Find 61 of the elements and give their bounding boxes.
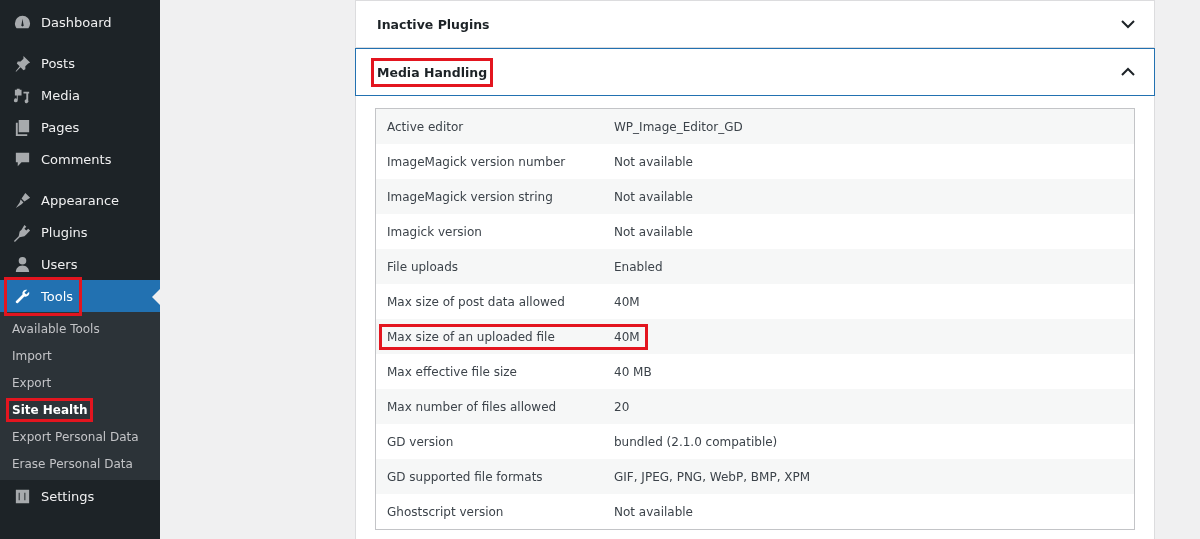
- table-cell-text: Max number of files allowed: [387, 399, 558, 414]
- sidebar-menu-item[interactable]: Users: [0, 248, 160, 280]
- section-title: Inactive Plugins: [376, 15, 491, 34]
- plug-icon: [13, 222, 32, 242]
- table-cell-text: GD supported file formats: [387, 469, 544, 484]
- chevron-icon: [1120, 67, 1136, 77]
- menu-label: Settings: [41, 488, 95, 504]
- menu-label: Posts: [41, 55, 75, 71]
- menu-label: Media: [41, 87, 81, 103]
- accordion-header[interactable]: Media Handling: [355, 48, 1155, 96]
- submenu-link[interactable]: Export Personal Data: [9, 427, 142, 446]
- menu-label: Appearance: [41, 192, 120, 208]
- table-cell: GIF, JPEG, PNG, WebP, BMP, XPM: [614, 469, 811, 484]
- table-cell: Not available: [614, 154, 693, 169]
- submenu-link[interactable]: Site Health: [9, 400, 91, 419]
- menu-label: Plugins: [41, 224, 88, 240]
- user-icon: [13, 254, 32, 274]
- table-cell-text: File uploads: [387, 259, 459, 274]
- table-cell: WP_Image_Editor_GD: [614, 119, 743, 134]
- table-cell-text: ImageMagick version number: [387, 154, 567, 169]
- menu-label: Pages: [41, 119, 80, 135]
- current-menu-arrow-icon: [152, 289, 160, 305]
- submenu-link[interactable]: Import: [9, 346, 55, 365]
- table-cell: Enabled: [614, 259, 663, 274]
- sidebar-menu-item[interactable]: Posts: [0, 47, 160, 79]
- submenu-link[interactable]: Export: [9, 373, 55, 392]
- table-cell-text: Imagick version: [387, 224, 483, 239]
- table-cell: Not available: [614, 504, 693, 519]
- table-cell: 20: [614, 399, 630, 414]
- sidebar-menu-item[interactable]: Appearance: [0, 184, 160, 216]
- sidebar-menu-item[interactable]: Media: [0, 79, 160, 111]
- table-cell-text: Max size of an uploaded file: [387, 329, 556, 344]
- table-cell-text: GD version: [387, 434, 455, 449]
- sidebar-menu-item[interactable]: Comments: [0, 143, 160, 175]
- submenu-link[interactable]: Erase Personal Data: [9, 454, 136, 473]
- menu-label: Dashboard: [41, 14, 112, 30]
- sidebar-menu-item[interactable]: Pages: [0, 111, 160, 143]
- sidebar-menu-item[interactable]: Plugins: [0, 216, 160, 248]
- table-cell: 40 MB: [614, 364, 652, 379]
- pages-icon: [13, 117, 32, 137]
- table-cell-text: ImageMagick version string: [387, 189, 554, 204]
- accordion-header[interactable]: Inactive Plugins: [356, 0, 1154, 48]
- table-cell-text: Max size of post data allowed: [387, 294, 566, 309]
- table-cell: Not available: [614, 189, 693, 204]
- table-cell-text: Active editor: [387, 119, 465, 134]
- brush-icon: [13, 190, 32, 210]
- menu-label: Users: [41, 256, 78, 272]
- chevron-icon: [1120, 19, 1136, 29]
- table-cell: 40M: [614, 329, 640, 344]
- table-cell-text: Ghostscript version: [387, 504, 505, 519]
- table-cell: bundled (2.1.0 compatible): [614, 434, 778, 449]
- submenu-link[interactable]: Available Tools: [9, 319, 103, 338]
- table-cell: Not available: [614, 224, 693, 239]
- sidebar-menu-item[interactable]: Settings: [0, 480, 160, 512]
- table-cell: 40M: [614, 294, 640, 309]
- menu-label: Comments: [41, 151, 112, 167]
- table-cell-text: Max effective file size: [387, 364, 518, 379]
- sidebar-menu-item[interactable]: Dashboard: [0, 6, 160, 38]
- menu-label: Tools: [41, 288, 74, 304]
- section-title: Media Handling: [374, 60, 491, 84]
- pin-icon: [13, 53, 32, 73]
